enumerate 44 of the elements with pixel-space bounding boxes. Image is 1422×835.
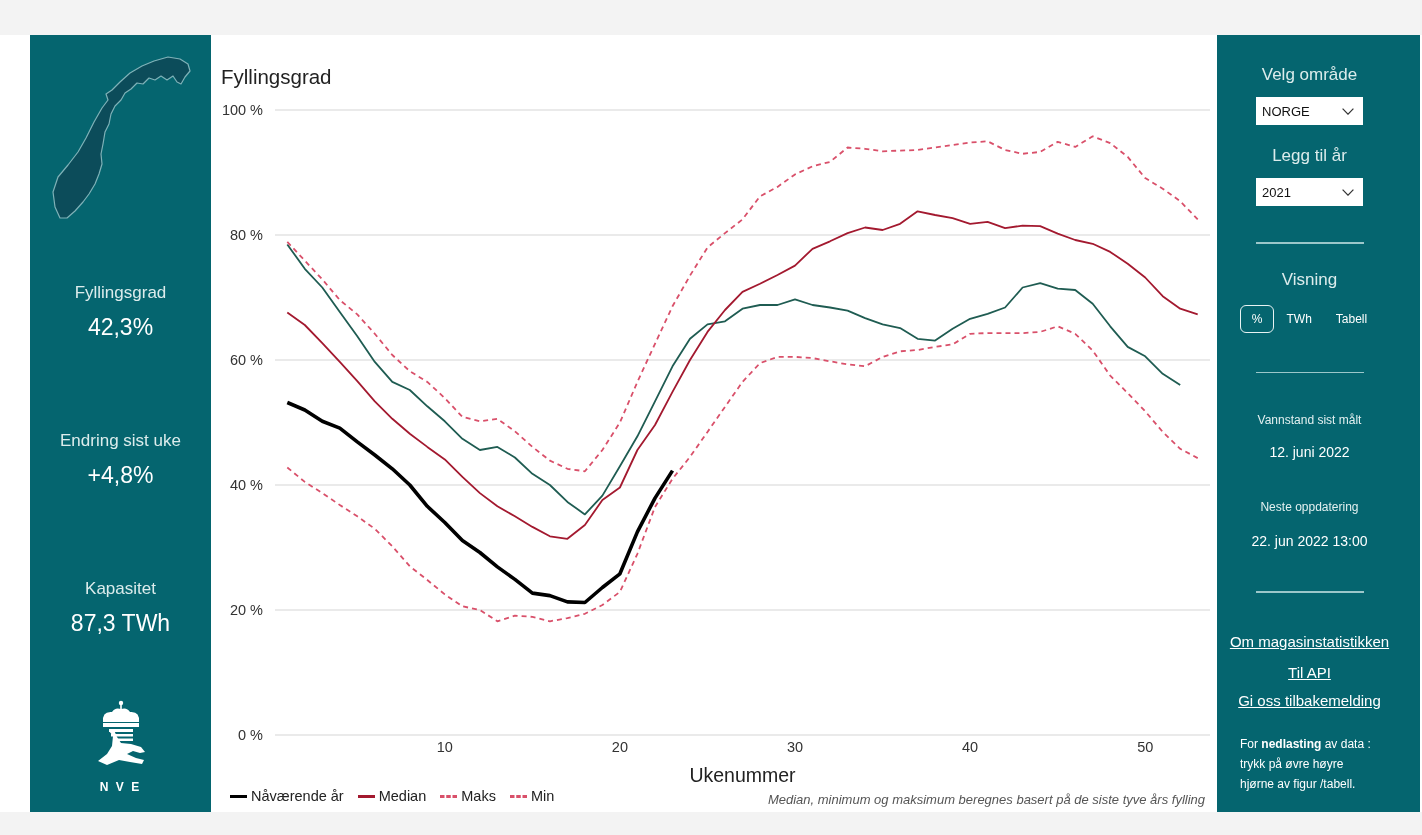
- y-tick-label: 100 %: [221, 102, 263, 118]
- field-label: Legg til år: [1272, 146, 1347, 166]
- field-label: Velg område: [1261, 65, 1358, 85]
- chart-title: Fyllingsgrad: [221, 65, 332, 90]
- info-value: 12. juni 2022: [1269, 443, 1350, 461]
- y-tick-label: 20 %: [229, 602, 263, 618]
- link[interactable]: Om magasinstatistikken: [1229, 632, 1390, 651]
- legend-label: Median: [378, 788, 427, 804]
- link[interactable]: Gi oss tilbakemelding: [1238, 691, 1381, 710]
- legend-label: Nåværende år: [251, 788, 344, 804]
- chevron-down-icon: [1342, 188, 1354, 196]
- view-option-tab[interactable]: %: [1239, 304, 1275, 333]
- info-value: 22. jun 2022 13:00: [1251, 532, 1368, 550]
- stat-value: +4,8%: [87, 461, 154, 489]
- field-label: Visning: [1281, 269, 1338, 290]
- view-option-tab[interactable]: Tabell: [1323, 304, 1380, 333]
- x-tick-label: 50: [1137, 739, 1154, 755]
- chevron-down-icon: [1342, 107, 1354, 115]
- x-tick-label: 40: [962, 739, 979, 755]
- stat-value: 42,3%: [87, 313, 154, 341]
- info-label: Vannstand sist målt: [1257, 412, 1362, 428]
- stat-value: 87,3 TWh: [70, 609, 171, 637]
- view-option-tab[interactable]: TWh: [1274, 304, 1324, 333]
- y-tick-label: 80 %: [229, 227, 263, 243]
- y-tick-label: 0 %: [238, 727, 263, 743]
- info-label: Neste oppdatering: [1260, 499, 1359, 515]
- y-tick-label: 40 %: [229, 477, 263, 493]
- legend-label: Min: [530, 788, 555, 804]
- year-dropdown[interactable]: 2021: [1256, 178, 1363, 206]
- x-tick-label: 10: [436, 739, 453, 755]
- stat-label: Fyllingsgrad: [74, 283, 167, 303]
- legend-label: Maks: [461, 788, 496, 804]
- x-tick-label: 20: [611, 739, 628, 755]
- download-note: For nedlasting av data : trykk på øvre høyre hjørne av figur /tabell.: [1240, 735, 1372, 793]
- country-map-icon: [50, 55, 191, 222]
- x-tick-label: 30: [786, 739, 804, 755]
- stat-label: Endring sist uke: [60, 431, 181, 451]
- logo-text: N V E: [99, 780, 142, 794]
- y-tick-label: 60 %: [229, 352, 263, 368]
- link[interactable]: Til API: [1288, 663, 1331, 682]
- stat-label: Kapasitet: [85, 579, 156, 599]
- area-dropdown[interactable]: NORGE: [1256, 97, 1363, 125]
- x-axis-label: Ukenummer: [689, 764, 796, 785]
- chart-footnote: Median, minimum og maksimum beregnes basert på de siste tyve års fylling: [767, 791, 1205, 807]
